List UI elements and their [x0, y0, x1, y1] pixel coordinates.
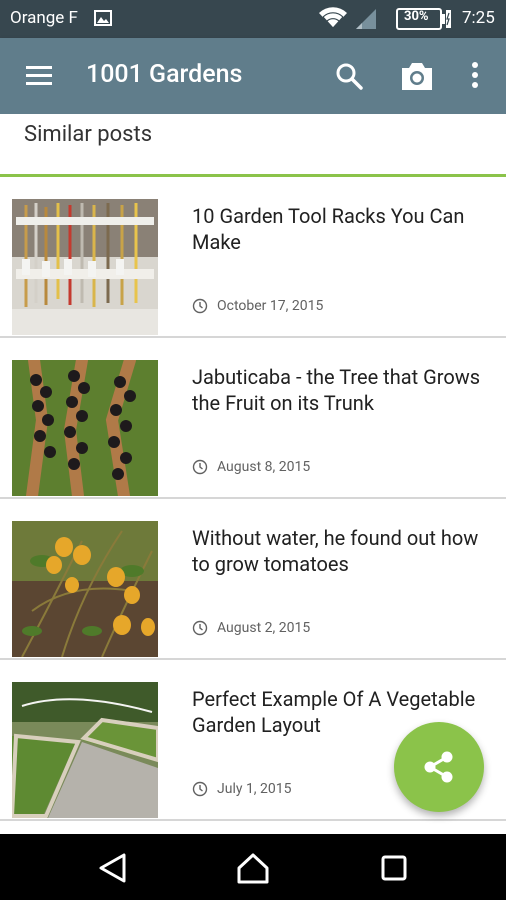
share-button[interactable] — [394, 722, 484, 812]
cell-signal-icon — [356, 9, 376, 29]
carrier-name: Orange F — [10, 8, 78, 28]
home-icon[interactable] — [236, 852, 270, 884]
post-card[interactable]: Jabuticaba - the Tree that Grows the Fru… — [0, 338, 506, 499]
post-thumbnail[interactable] — [12, 199, 158, 335]
post-date: October 17, 2015 — [217, 298, 324, 314]
recents-icon[interactable] — [377, 852, 411, 884]
post-meta: August 8, 2015 — [192, 457, 310, 477]
wifi-icon — [319, 7, 347, 29]
image-notification-icon — [94, 10, 112, 26]
post-title[interactable]: Without water, he found out how to grow … — [192, 525, 482, 577]
app-title: 1001 Gardens — [86, 60, 243, 89]
clock-icon — [192, 781, 208, 797]
post-thumbnail[interactable] — [12, 360, 158, 496]
post-date: August 8, 2015 — [217, 459, 311, 475]
post-card[interactable]: Without water, he found out how to grow … — [0, 499, 506, 660]
more-vert-icon[interactable] — [465, 58, 485, 94]
section-title: Similar posts — [24, 122, 153, 147]
clock-icon — [192, 298, 208, 314]
post-card[interactable]: 10 Garden Tool Racks You Can Make Octobe… — [0, 177, 506, 338]
clock-icon — [192, 620, 208, 636]
menu-icon[interactable] — [24, 62, 56, 90]
back-icon[interactable] — [96, 852, 130, 884]
clock-time: 7:25 — [462, 8, 495, 28]
share-icon — [424, 751, 453, 783]
app-bar: 1001 Gardens — [0, 38, 506, 114]
camera-icon[interactable] — [398, 58, 436, 94]
status-bar: Orange F 30% 7:25 — [0, 0, 506, 38]
clock-icon — [192, 459, 208, 475]
post-date: July 1, 2015 — [217, 781, 292, 797]
search-icon[interactable] — [333, 60, 365, 92]
post-meta: August 2, 2015 — [192, 618, 310, 638]
post-thumbnail[interactable] — [12, 521, 158, 657]
section-header: Similar posts — [0, 114, 506, 177]
navigation-bar — [0, 834, 506, 900]
post-meta: October 17, 2015 — [192, 296, 323, 316]
post-date: August 2, 2015 — [217, 620, 311, 636]
post-title[interactable]: Jabuticaba - the Tree that Grows the Fru… — [192, 364, 482, 416]
post-thumbnail[interactable] — [12, 682, 158, 818]
post-meta: July 1, 2015 — [192, 779, 292, 799]
battery-level: 30% — [404, 9, 429, 24]
post-title[interactable]: 10 Garden Tool Racks You Can Make — [192, 203, 482, 255]
